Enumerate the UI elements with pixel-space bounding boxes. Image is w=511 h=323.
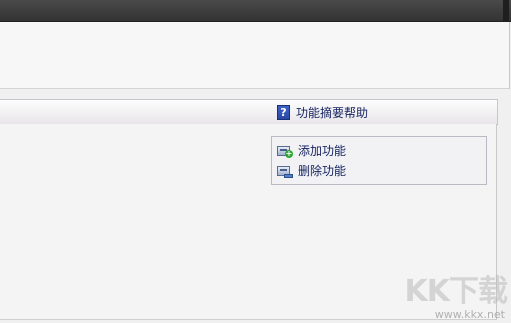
watermark: KK下载 www.kkx.net bbox=[393, 266, 511, 323]
summary-help-link[interactable]: ? 功能摘要帮助 bbox=[277, 104, 368, 120]
watermark-logo: KK下载 bbox=[404, 274, 508, 309]
add-features-link[interactable]: + 添加功能 bbox=[277, 142, 346, 158]
remove-features-link[interactable]: 删除功能 bbox=[277, 162, 346, 178]
add-features-label: 添加功能 bbox=[298, 143, 347, 158]
window-titlebar bbox=[0, 0, 511, 22]
summary-help-label: 功能摘要帮助 bbox=[296, 105, 369, 120]
summary-section-bar: ? 功能摘要帮助 bbox=[0, 99, 498, 125]
remove-features-icon bbox=[277, 163, 293, 178]
watermark-url: www.kkx.net bbox=[434, 308, 505, 321]
titlebar-edge bbox=[503, 0, 509, 21]
actions-box: + 添加功能 删除功能 bbox=[271, 136, 487, 185]
help-icon: ? bbox=[277, 104, 290, 120]
remove-features-label: 删除功能 bbox=[298, 163, 347, 178]
header-panel bbox=[0, 22, 510, 89]
add-features-icon: + bbox=[277, 143, 293, 158]
